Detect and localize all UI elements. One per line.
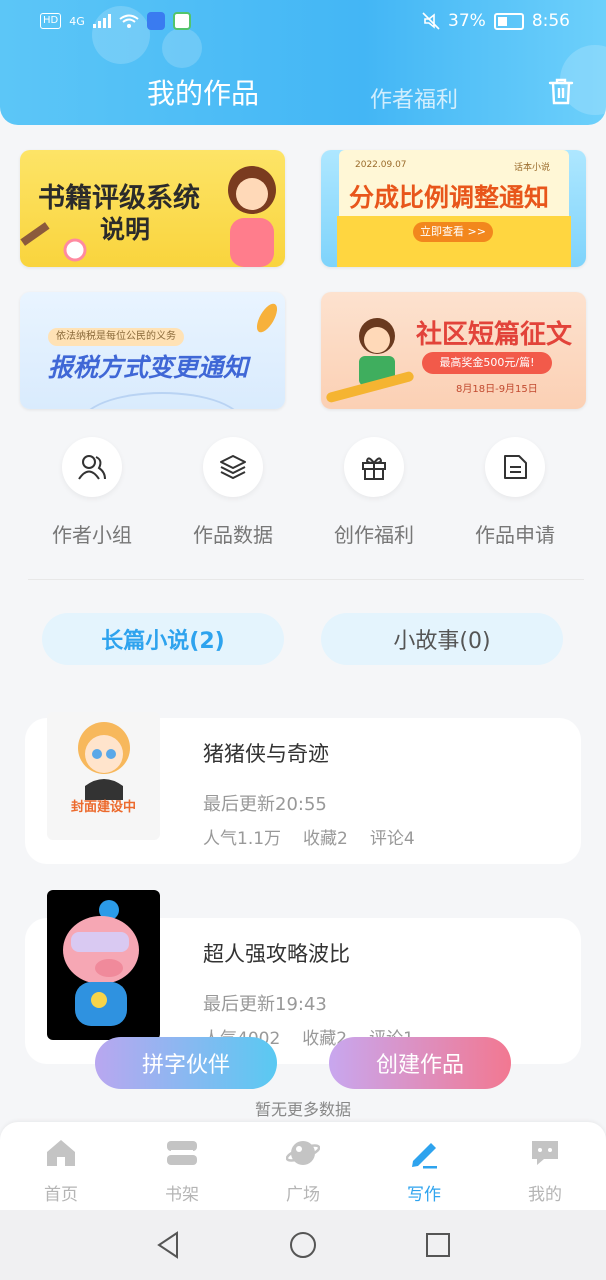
pen-icon xyxy=(364,1136,484,1170)
signal-label: 4G xyxy=(69,14,85,28)
header: HD 4G 37% 8:56 我的作品 作者福利 xyxy=(0,0,606,125)
chat-app-icon xyxy=(172,12,191,30)
work-title[interactable]: 超人强攻略波比 xyxy=(203,938,350,968)
nav-label: 书架 xyxy=(165,1185,199,1205)
cover-caption: 封面建设中 xyxy=(70,800,136,815)
banner-short-story-contest[interactable]: 社区短篇征文 最高奖金500元/篇! 8月18日-9月15日 xyxy=(321,292,586,409)
work-popularity: 人气1.1万 xyxy=(203,829,282,849)
work-last-updated: 最后更新20:55 xyxy=(203,794,327,815)
quick-label: 创作福利 xyxy=(334,523,414,547)
work-comments: 评论4 xyxy=(369,829,415,849)
signal-icon xyxy=(92,14,111,28)
prize-badge: 最高奖金500元/篇! xyxy=(422,352,552,374)
document-icon xyxy=(485,437,545,497)
nav-label: 我的 xyxy=(528,1185,562,1205)
back-icon[interactable] xyxy=(154,1230,184,1260)
shield-app-icon xyxy=(146,12,165,30)
nav-plaza[interactable]: 广场 xyxy=(243,1136,363,1205)
tab-author-benefits[interactable]: 作者福利 xyxy=(370,82,458,114)
quick-author-group[interactable]: 作者小组 xyxy=(22,437,162,548)
quick-label: 作品数据 xyxy=(193,523,273,547)
clock: 8:56 xyxy=(531,11,570,31)
bottom-nav: 首页 书架 广场 写作 我的 xyxy=(0,1122,606,1210)
banner-tax-notice[interactable]: 依法纳税是每位公民的义务 报税方式变更通知 xyxy=(20,292,285,409)
banner-title: 社区短篇征文 xyxy=(416,320,573,350)
cartoon-girl-placeholder xyxy=(78,722,130,800)
trash-icon[interactable] xyxy=(546,76,576,106)
work-favorites: 收藏2 xyxy=(303,829,348,849)
wifi-icon xyxy=(119,14,139,28)
superhero-pig-cover xyxy=(63,900,139,1026)
work-cover[interactable] xyxy=(47,890,160,1040)
home-icon xyxy=(1,1136,121,1170)
banner-tag: 话本小说 xyxy=(513,163,550,173)
boy-reading-illustration xyxy=(326,318,414,403)
battery-icon xyxy=(493,12,524,30)
nav-bookshelf[interactable]: 书架 xyxy=(122,1136,242,1205)
system-nav-bar xyxy=(0,1210,606,1280)
tab-long-novel[interactable]: 长篇小说(2) xyxy=(42,613,284,665)
work-cover[interactable]: 封面建设中 xyxy=(47,712,160,840)
banner-revenue-share[interactable]: 2022.09.07 话本小说 分成比例调整通知 立即查看 >> xyxy=(321,150,586,267)
contest-dates: 8月18日-9月15日 xyxy=(456,384,538,395)
nav-label: 首页 xyxy=(44,1185,78,1205)
tab-short-story[interactable]: 小故事(0) xyxy=(321,613,563,665)
section-divider xyxy=(28,579,584,580)
bookshelf-icon xyxy=(122,1136,242,1170)
recents-icon[interactable] xyxy=(423,1230,453,1260)
banner-title: 分成比例调整通知 xyxy=(349,183,550,212)
quick-label: 作者小组 xyxy=(52,523,132,547)
nav-writing[interactable]: 写作 xyxy=(364,1136,484,1205)
view-now-button[interactable]: 立即查看 >> xyxy=(413,222,493,242)
quick-label: 作品申请 xyxy=(475,523,555,547)
girl-illustration xyxy=(228,166,276,267)
work-last-updated: 最后更新19:43 xyxy=(203,994,327,1015)
home-circle-icon[interactable] xyxy=(288,1230,318,1260)
chat-bubble-icon xyxy=(485,1136,605,1170)
nav-label: 广场 xyxy=(286,1185,320,1205)
word-partner-button[interactable]: 拼字伙伴 xyxy=(95,1037,277,1089)
banner-subtitle: 说明 xyxy=(100,215,151,244)
status-bar: HD 4G 37% 8:56 xyxy=(0,8,606,38)
nav-home[interactable]: 首页 xyxy=(1,1136,121,1205)
banner-title: 报税方式变更通知 xyxy=(48,353,249,382)
hd-badge: HD xyxy=(40,13,62,29)
work-stats: 人气1.1万 收藏2 评论4 xyxy=(203,824,415,849)
ruler-illustration xyxy=(20,222,87,262)
nav-label: 写作 xyxy=(407,1185,441,1205)
gift-icon xyxy=(344,437,404,497)
layers-icon xyxy=(203,437,263,497)
quick-work-application[interactable]: 作品申请 xyxy=(445,437,585,548)
tab-my-works[interactable]: 我的作品 xyxy=(147,72,259,112)
no-more-data-text: 暂无更多数据 xyxy=(254,1100,351,1119)
leaf-icon xyxy=(256,303,278,333)
banner-small-text: 依法纳税是每位公民的义务 xyxy=(48,328,184,346)
banner-date: 2022.09.07 xyxy=(355,160,407,170)
mute-icon xyxy=(422,12,440,30)
create-work-button[interactable]: 创建作品 xyxy=(329,1037,511,1089)
planet-icon xyxy=(243,1136,363,1170)
battery-percent: 37% xyxy=(448,11,486,31)
banner-rating-system[interactable]: 书籍评级系统 说明 xyxy=(20,150,285,267)
nav-mine[interactable]: 我的 xyxy=(485,1136,605,1205)
work-title[interactable]: 猪猪侠与奇迹 xyxy=(203,738,329,768)
quick-creator-benefits[interactable]: 创作福利 xyxy=(304,437,444,548)
author-group-icon xyxy=(62,437,122,497)
quick-work-data[interactable]: 作品数据 xyxy=(163,437,303,548)
